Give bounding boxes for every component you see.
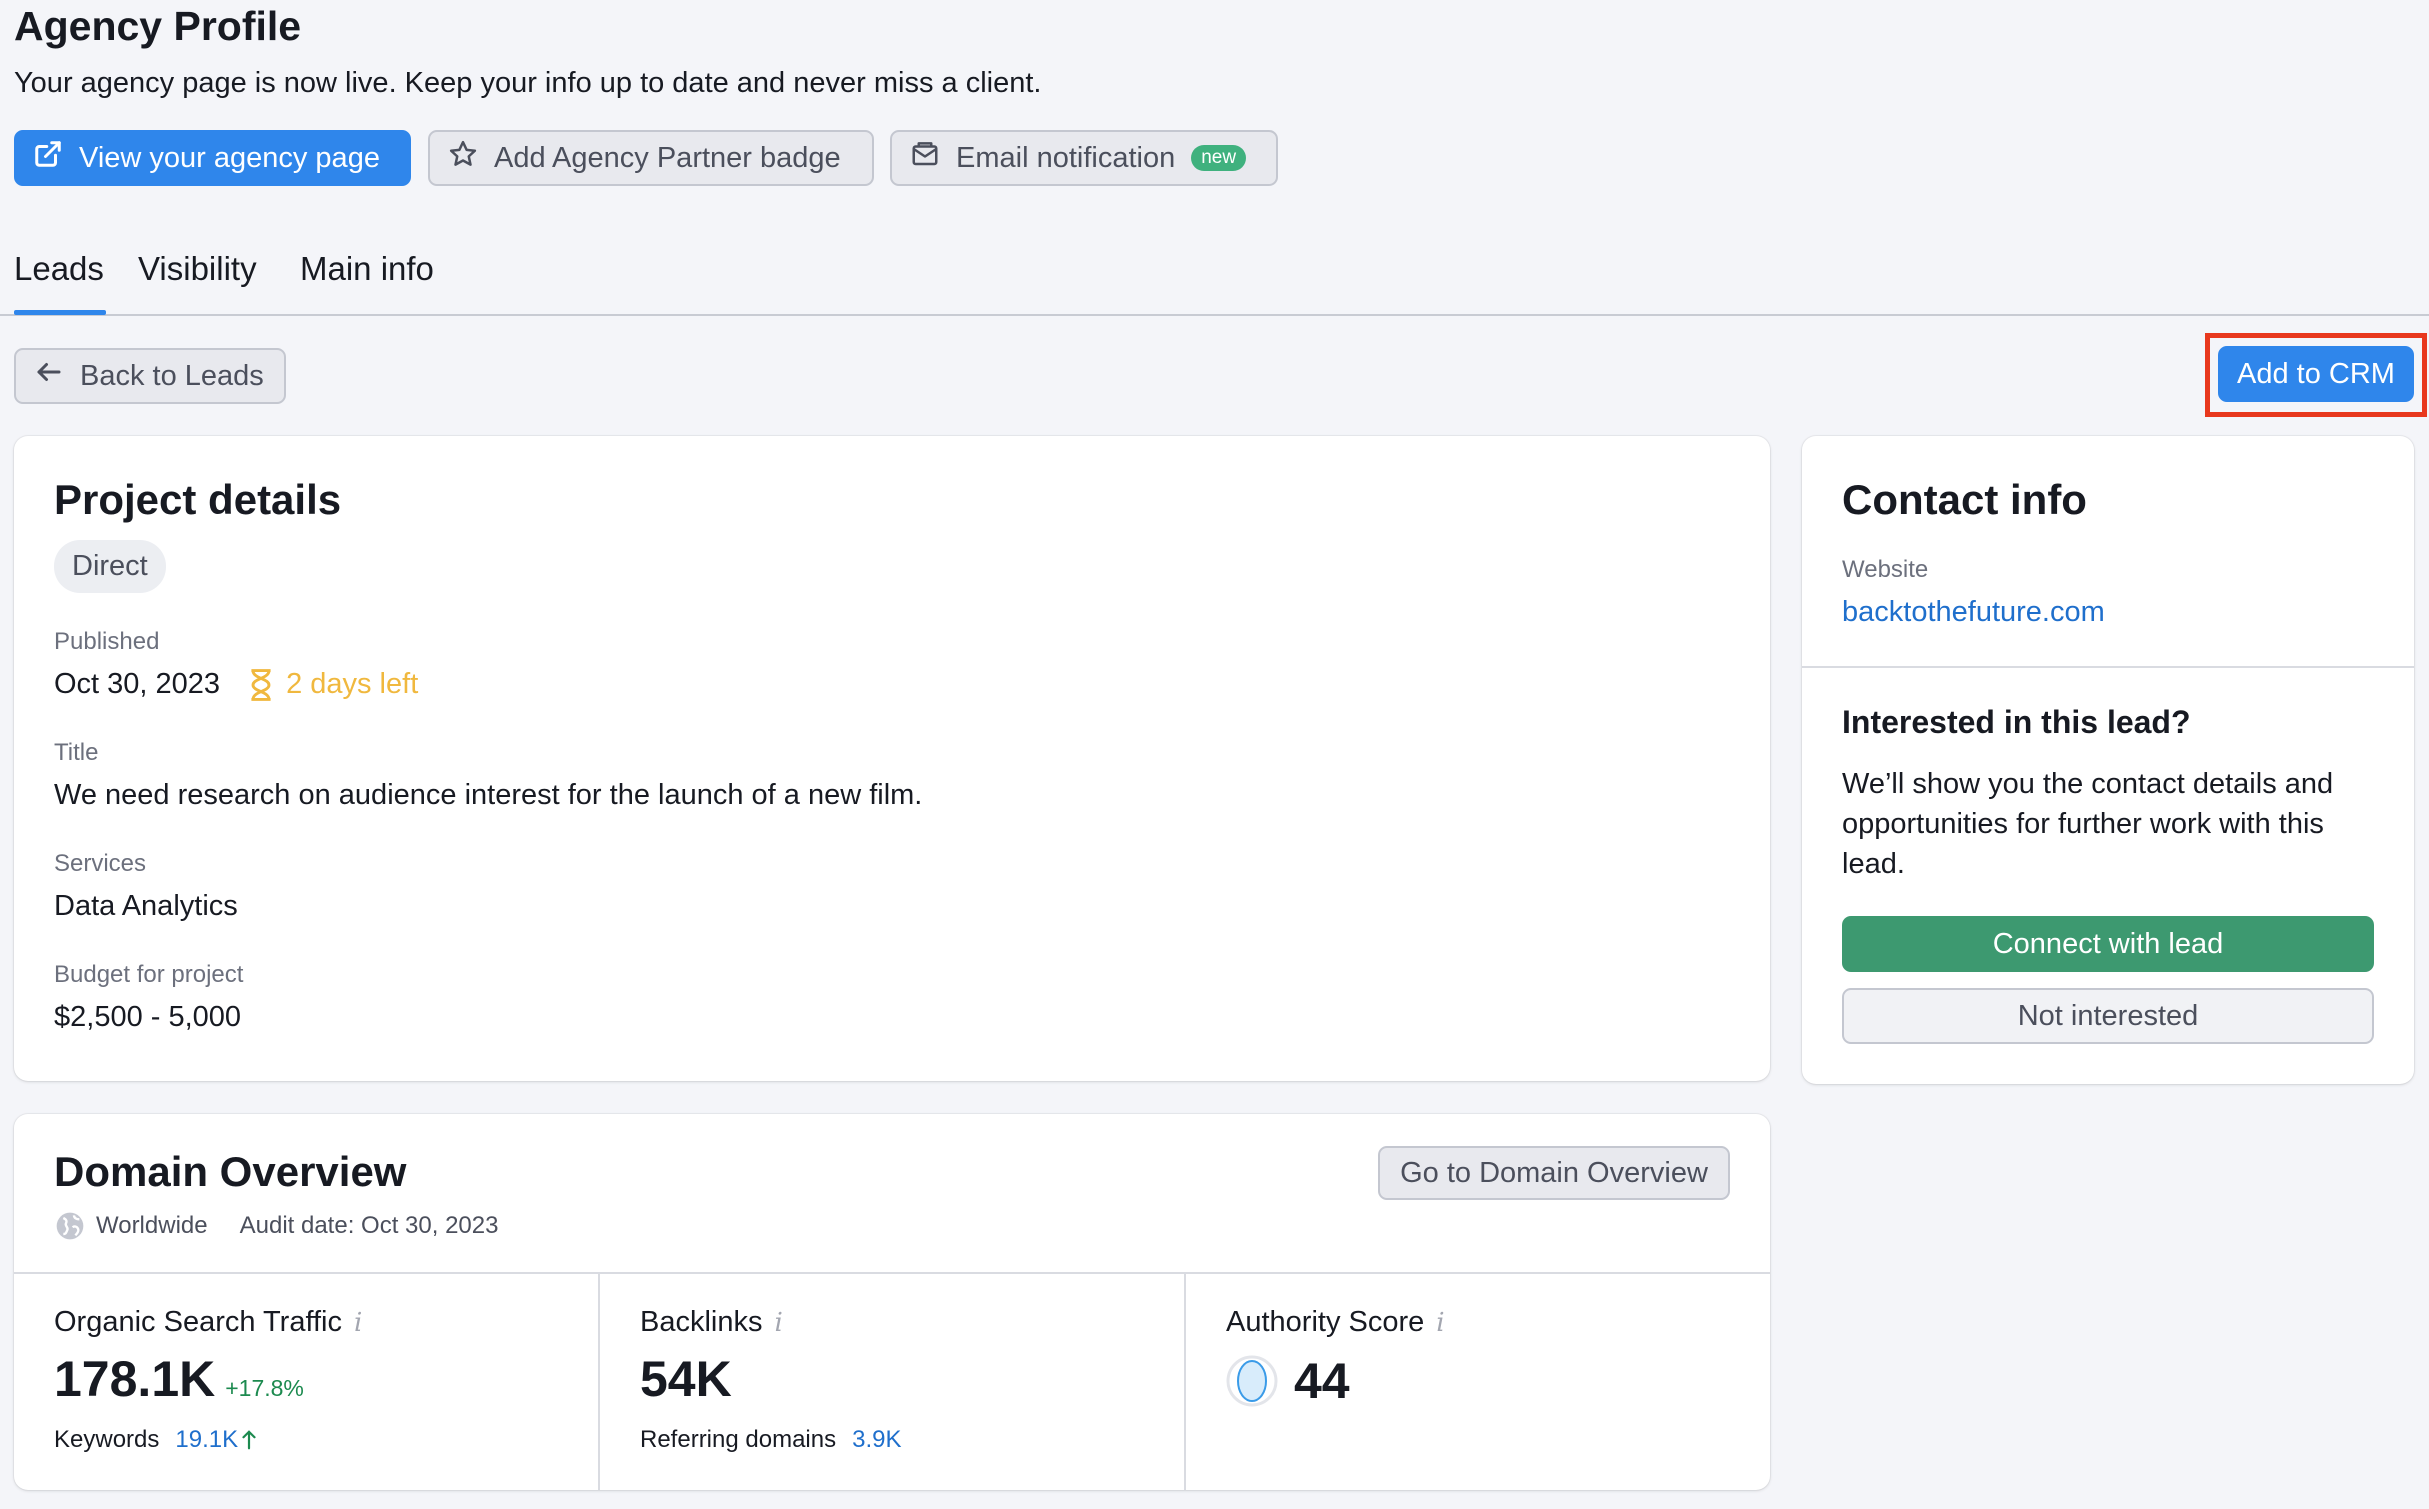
project-details-card: Project details Direct Published Oct 30,…: [14, 436, 1770, 1081]
organic-traffic-label: Organic Search Traffic: [54, 1306, 342, 1338]
contact-info-title: Contact info: [1842, 476, 2087, 523]
hourglass-icon: [248, 668, 274, 701]
domain-meta-row: Worldwide Audit date: Oct 30, 2023: [54, 1210, 498, 1242]
back-to-leads-button[interactable]: Back to Leads: [14, 348, 286, 404]
arrow-up-icon: [240, 1429, 258, 1451]
organic-traffic-change: +17.8%: [225, 1375, 304, 1401]
referring-domains-label: Referring domains: [640, 1426, 837, 1453]
title-label: Title: [54, 739, 99, 766]
organic-traffic-value-row: 178.1K +17.8%: [54, 1350, 304, 1408]
page-subtitle: Your agency page is now live. Keep your …: [14, 67, 1042, 99]
new-badge: new: [1191, 144, 1247, 172]
external-link-icon: [33, 139, 63, 177]
backlinks-value: 54K: [640, 1351, 732, 1407]
keywords-label: Keywords: [54, 1426, 160, 1453]
tab-leads[interactable]: Leads: [14, 250, 104, 316]
keywords-row: Keywords 19.1K: [54, 1426, 258, 1454]
authority-gauge-icon: [1226, 1355, 1278, 1407]
backlinks-label: Backlinks: [640, 1306, 763, 1338]
keywords-value[interactable]: 19.1K: [175, 1426, 238, 1454]
info-icon[interactable]: i: [1436, 1308, 1444, 1338]
referring-domains-value[interactable]: 3.9K: [852, 1426, 901, 1454]
go-to-domain-overview-label: Go to Domain Overview: [1400, 1156, 1708, 1189]
organic-traffic-value: 178.1K: [54, 1351, 216, 1407]
domain-overview-title: Domain Overview: [54, 1148, 407, 1195]
published-label: Published: [54, 628, 160, 655]
info-icon[interactable]: i: [775, 1308, 783, 1338]
budget-value: $2,500 - 5,000: [54, 1001, 242, 1033]
connect-with-lead-button[interactable]: Connect with lead: [1842, 916, 2374, 972]
star-icon: [448, 139, 478, 177]
domain-overview-card: Domain Overview Worldwide Audit date: Oc…: [14, 1114, 1770, 1490]
project-details-title: Project details: [54, 476, 342, 523]
add-partner-badge-label: Add Agency Partner badge: [494, 141, 841, 174]
referring-domains-row: Referring domains 3.9K: [640, 1426, 901, 1454]
add-partner-badge-button[interactable]: Add Agency Partner badge: [428, 130, 874, 186]
authority-score-header: Authority Score i: [1226, 1306, 1445, 1339]
globe-icon: [54, 1210, 86, 1242]
connect-with-lead-label: Connect with lead: [1992, 927, 2224, 960]
website-link[interactable]: backtothefuture.com: [1842, 596, 2105, 629]
backlinks-header: Backlinks i: [640, 1306, 783, 1339]
metric-separator-2: [1184, 1274, 1186, 1490]
info-icon[interactable]: i: [354, 1308, 362, 1338]
email-notification-label: Email notification: [956, 141, 1176, 174]
add-to-crm-label: Add to CRM: [2237, 357, 2395, 390]
metric-separator-1: [598, 1274, 600, 1490]
authority-score-row: 44: [1226, 1352, 1350, 1410]
interested-title: Interested in this lead?: [1842, 704, 2191, 740]
not-interested-button[interactable]: Not interested: [1842, 988, 2374, 1044]
back-to-leads-label: Back to Leads: [80, 359, 264, 392]
page-title: Agency Profile: [14, 3, 302, 49]
budget-label: Budget for project: [54, 961, 244, 988]
audit-date-text: Audit date: Oct 30, 2023: [239, 1212, 499, 1239]
authority-score-value: 44: [1294, 1353, 1350, 1409]
view-agency-page-label: View your agency page: [79, 141, 380, 174]
active-tab-indicator: [14, 310, 106, 315]
contact-info-card: Contact info Website backtothefuture.com…: [1802, 436, 2414, 1084]
contact-divider: [1802, 666, 2414, 668]
tab-visibility[interactable]: Visibility: [138, 250, 257, 316]
services-value: Data Analytics: [54, 890, 238, 922]
not-interested-label: Not interested: [2017, 999, 2199, 1032]
email-notification-button[interactable]: Email notification new: [890, 130, 1278, 186]
domain-divider: [14, 1272, 1770, 1274]
add-to-crm-button[interactable]: Add to CRM: [2218, 346, 2414, 402]
published-value: Oct 30, 2023: [54, 668, 221, 700]
tab-main-info[interactable]: Main info: [300, 250, 434, 316]
title-value: We need research on audience interest fo…: [54, 779, 923, 811]
website-label: Website: [1842, 556, 1929, 583]
view-agency-page-button[interactable]: View your agency page: [14, 130, 411, 186]
project-type-chip: Direct: [54, 540, 166, 593]
published-row: Oct 30, 2023 2 days left: [54, 668, 418, 701]
authority-score-label: Authority Score: [1226, 1306, 1425, 1338]
organic-traffic-header: Organic Search Traffic i: [54, 1306, 362, 1339]
arrow-left-icon: [34, 357, 64, 395]
region-text: Worldwide: [96, 1212, 208, 1239]
envelope-icon: [910, 139, 940, 177]
days-left-text: 2 days left: [286, 668, 419, 700]
go-to-domain-overview-button[interactable]: Go to Domain Overview: [1378, 1146, 1730, 1200]
services-label: Services: [54, 850, 147, 877]
interested-text: We’ll show you the contact details and o…: [1842, 768, 2334, 880]
